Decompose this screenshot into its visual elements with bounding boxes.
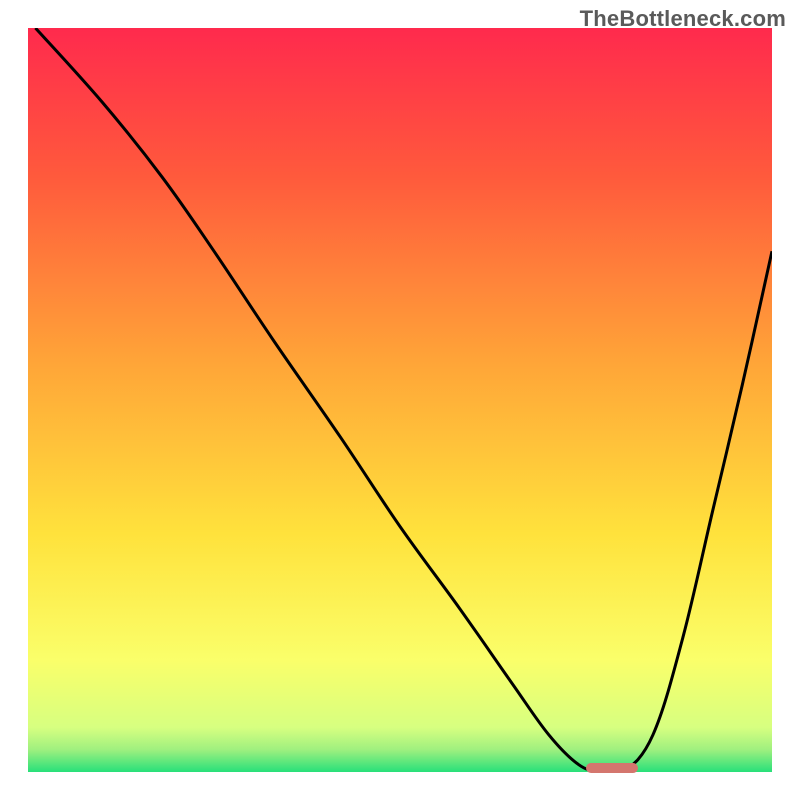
bottleneck-curve-path	[35, 28, 772, 772]
optimal-marker	[586, 763, 638, 773]
chart-curve-svg	[28, 28, 772, 772]
chart-plot-area	[28, 28, 772, 772]
